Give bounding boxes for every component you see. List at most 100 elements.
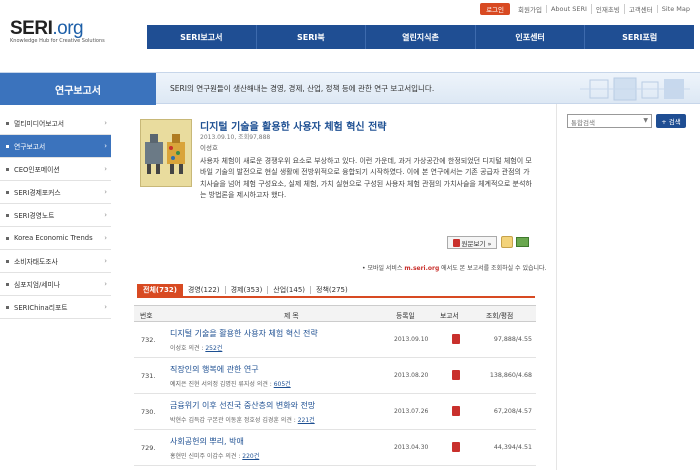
support-link[interactable]: 고객센터 bbox=[623, 4, 657, 14]
chevron-right-icon: › bbox=[104, 234, 107, 242]
search-scope-select[interactable]: 통합검색 ▼ bbox=[567, 114, 652, 128]
row-stat: 44,394/4.51 bbox=[493, 444, 532, 451]
featured-report-meta: 2013.09.10, 조회97,888 bbox=[200, 134, 271, 141]
bullet-icon bbox=[6, 305, 9, 309]
nav-seri-report[interactable]: SERI보고서 bbox=[147, 25, 256, 49]
chevron-right-icon: › bbox=[104, 280, 107, 288]
row-number: 732. bbox=[141, 336, 156, 344]
section-description: SERI의 연구원들이 생산해내는 경영, 경제, 산업, 정책 등에 관한 연… bbox=[170, 84, 435, 93]
col-stat: 조회/평점 bbox=[486, 312, 514, 320]
section-title: 연구보고서 bbox=[0, 73, 156, 105]
logo-tagline: Knowledge Hub for Creative Solutions bbox=[10, 38, 105, 44]
row-stat: 138,860/4.68 bbox=[489, 372, 532, 379]
site-logo[interactable]: SERI.org Knowledge Hub for Creative Solu… bbox=[10, 18, 105, 44]
row-comments-link[interactable]: 605건 bbox=[274, 381, 291, 388]
nav-seri-book[interactable]: SERI북 bbox=[255, 25, 366, 49]
sidebar-item-multimedia[interactable]: 멀티미디어보고서 › bbox=[0, 112, 111, 135]
nav-seri-forum[interactable]: SERI포럼 bbox=[584, 25, 694, 49]
featured-report-author[interactable]: 이성호 bbox=[200, 142, 218, 152]
table-row: 732. 디지털 기술을 활용한 사용자 체험 혁신 전략 이성호 의견 : 2… bbox=[134, 322, 536, 358]
sidebar-item-management-note[interactable]: SERI경영노트 › bbox=[0, 204, 111, 227]
col-title: 제 목 bbox=[284, 312, 299, 320]
view-original-button[interactable]: 원문보기 » bbox=[447, 236, 497, 249]
pdf-icon[interactable] bbox=[452, 334, 460, 344]
chevron-down-icon: ▼ bbox=[643, 117, 648, 124]
sidebar-item-korea-economic-trends[interactable]: Korea Economic Trends › bbox=[0, 227, 111, 250]
pdf-icon[interactable] bbox=[452, 442, 460, 452]
bullet-icon bbox=[6, 282, 9, 286]
sidebar-item-symposium[interactable]: 심포지엄/세미나 › bbox=[0, 273, 111, 296]
row-authors: 박현수 김득갑 구본관 이동훈 정호성 김경훈 의견 : 221건 bbox=[170, 417, 315, 424]
row-date: 2013.07.26 bbox=[394, 408, 429, 415]
sidebar-item-seri-china[interactable]: SERIChina리포트 › bbox=[0, 296, 111, 319]
row-comments-link[interactable]: 252건 bbox=[205, 345, 222, 352]
search-button[interactable]: + 검색 bbox=[656, 114, 686, 128]
row-title[interactable]: 금융위기 이후 선진국 중산층의 변화와 전망 bbox=[170, 400, 315, 411]
row-stat: 97,888/4.55 bbox=[493, 336, 532, 343]
row-comments-link[interactable]: 220건 bbox=[242, 453, 259, 460]
tab-policy[interactable]: 정책(275) bbox=[310, 286, 353, 294]
row-number: 730. bbox=[141, 408, 156, 416]
section-banner: 연구보고서 SERI의 연구원들이 생산해내는 경영, 경제, 산업, 정책 등… bbox=[0, 72, 700, 105]
row-title[interactable]: 디지털 기술을 활용한 사용자 체험 혁신 전략 bbox=[170, 328, 318, 339]
bullet-icon bbox=[6, 213, 9, 217]
tab-all[interactable]: 전체(732) bbox=[137, 284, 183, 296]
table-row: 730. 금융위기 이후 선진국 중산층의 변화와 전망 박현수 김득갑 구본관… bbox=[134, 394, 536, 430]
chevron-right-icon: › bbox=[104, 257, 107, 265]
row-title[interactable]: 직장인의 행복에 관한 연구 bbox=[170, 364, 259, 375]
sidebar-item-ceo-info[interactable]: CEO인포메이션 › bbox=[0, 158, 111, 181]
chevron-right-icon: › bbox=[104, 119, 107, 127]
login-button[interactable]: 로그인 bbox=[480, 3, 511, 15]
row-authors: 홍현민 신미주 이갑수 의견 : 220건 bbox=[170, 453, 260, 460]
sidebar-item-research-report[interactable]: 연구보고서 › bbox=[0, 135, 111, 158]
folder-icon[interactable] bbox=[501, 236, 513, 248]
bullet-icon bbox=[6, 167, 9, 171]
chevron-right-icon: › bbox=[104, 165, 107, 173]
top-utility-nav: 로그인 회원가입 About SERI 인재초빙 고객센터 Site Map bbox=[480, 3, 694, 15]
tab-management[interactable]: 경영(122) bbox=[183, 286, 225, 294]
featured-report-summary: 사용자 체험이 새로운 경쟁우위 요소로 부상하고 있다. 이런 가운데, 과거… bbox=[200, 157, 532, 199]
col-number: 번호 bbox=[140, 312, 153, 320]
chevron-right-icon: › bbox=[104, 303, 107, 311]
row-comments-link[interactable]: 221건 bbox=[298, 417, 315, 424]
logo-text: SERI.org bbox=[10, 18, 84, 39]
mobile-site-link[interactable]: m.seri.org bbox=[404, 265, 439, 272]
report-cover-image[interactable] bbox=[140, 119, 192, 187]
featured-report-title[interactable]: 디지털 기술을 활용한 사용자 체험 혁신 전략 bbox=[200, 118, 387, 133]
signup-link[interactable]: 회원가입 bbox=[514, 4, 546, 14]
recruit-link[interactable]: 인재초빙 bbox=[590, 4, 624, 14]
tab-industry[interactable]: 산업(145) bbox=[267, 286, 310, 294]
chevron-right-icon: › bbox=[104, 142, 107, 150]
bullet-icon bbox=[6, 236, 9, 240]
row-number: 731. bbox=[141, 372, 156, 380]
bullet-icon bbox=[6, 144, 9, 148]
row-authors: 예지은 진현 서의정 김명진 류지성 의견 : 605건 bbox=[170, 381, 291, 388]
nav-info-center[interactable]: 인포센터 bbox=[474, 25, 585, 49]
pdf-icon bbox=[452, 238, 460, 247]
sidebar-item-economic-focus[interactable]: SERI경제포커스 › bbox=[0, 181, 111, 204]
row-date: 2013.04.30 bbox=[394, 444, 429, 451]
column-divider bbox=[556, 104, 557, 470]
row-date: 2013.09.10 bbox=[394, 336, 429, 343]
row-stat: 67,208/4.57 bbox=[493, 408, 532, 415]
row-authors: 이성호 의견 : 252건 bbox=[170, 345, 223, 352]
about-link[interactable]: About SERI bbox=[545, 5, 591, 13]
bullet-icon bbox=[6, 121, 9, 125]
bullet-icon bbox=[6, 259, 9, 263]
chevron-right-icon: › bbox=[104, 211, 107, 219]
mail-icon[interactable] bbox=[516, 237, 529, 247]
pdf-icon[interactable] bbox=[452, 406, 460, 416]
sitemap-link[interactable]: Site Map bbox=[656, 5, 694, 13]
banner-decoration-graphic bbox=[580, 77, 690, 101]
category-tabs: 전체(732) 경영(122) 경제(353) 산업(145) 정책(275) bbox=[137, 284, 535, 298]
nav-open-knowledge[interactable]: 열린지식촌 bbox=[365, 25, 475, 49]
col-date: 등록일 bbox=[396, 312, 415, 320]
pdf-icon[interactable] bbox=[452, 370, 460, 380]
sidebar: 멀티미디어보고서 › 연구보고서 › CEO인포메이션 › SERI경제포커스 › SE… bbox=[0, 112, 111, 319]
sidebar-item-consumer-survey[interactable]: 소비자태도조사 › bbox=[0, 250, 111, 273]
col-report: 보고서 bbox=[440, 312, 459, 320]
row-title[interactable]: 사회공헌의 뿌리, 박애 bbox=[170, 436, 244, 447]
bullet-icon bbox=[6, 190, 9, 194]
tab-economy[interactable]: 경제(353) bbox=[224, 286, 268, 294]
table-row: 729. 사회공헌의 뿌리, 박애 홍현민 신미주 이갑수 의견 : 220건 … bbox=[134, 430, 536, 466]
